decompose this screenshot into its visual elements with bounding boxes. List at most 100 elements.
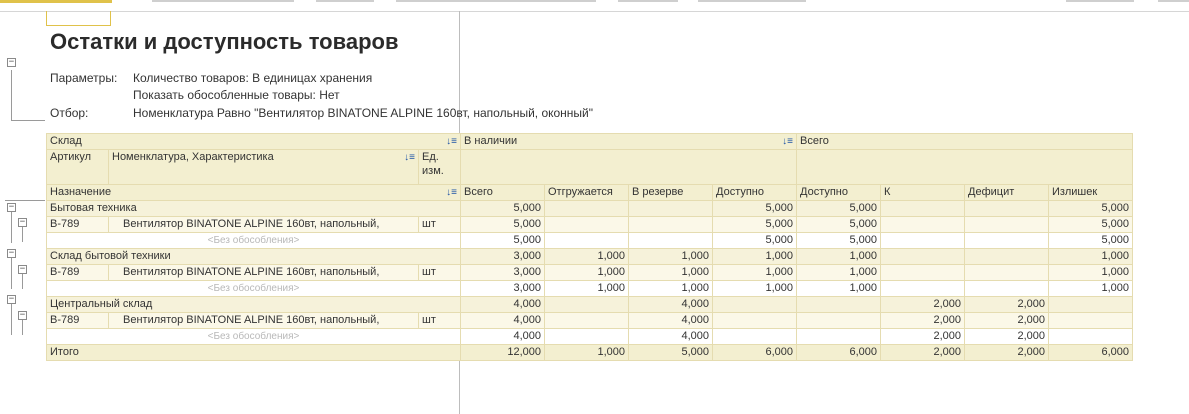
header-col-surplus[interactable]: Излишек xyxy=(1048,184,1133,201)
value-cell[interactable] xyxy=(628,216,713,233)
collapse-toggle-icon[interactable]: − xyxy=(18,218,27,227)
sort-icon[interactable]: ↓≡ xyxy=(446,186,457,200)
value-cell[interactable]: 4,000 xyxy=(628,312,713,329)
value-cell[interactable] xyxy=(880,200,965,217)
value-cell[interactable]: 1,000 xyxy=(796,280,881,297)
sort-icon[interactable]: ↓≡ xyxy=(404,151,415,166)
toolbar-tab[interactable] xyxy=(152,0,294,2)
value-cell[interactable] xyxy=(964,200,1049,217)
toolbar-tab[interactable] xyxy=(396,0,596,2)
warehouse-row[interactable]: Центральный склад 4,000 4,000 2,000 2,000 xyxy=(46,296,1133,313)
value-cell[interactable]: 1,000 xyxy=(628,280,713,297)
value-cell[interactable]: 5,000 xyxy=(460,216,545,233)
header-in-stock[interactable]: В наличии ↓≡ xyxy=(460,133,797,150)
header-col-total[interactable]: Всего xyxy=(460,184,545,201)
collapse-toggle-icon[interactable]: − xyxy=(18,265,27,274)
value-cell[interactable]: 5,000 xyxy=(1048,232,1133,249)
toolbar-tab-active[interactable] xyxy=(0,0,112,3)
value-cell[interactable] xyxy=(1048,296,1133,313)
value-cell[interactable] xyxy=(964,264,1049,281)
value-cell[interactable]: 3,000 xyxy=(460,264,545,281)
article-cell[interactable]: B-789 xyxy=(46,216,109,233)
selected-cell[interactable] xyxy=(46,11,111,26)
product-row[interactable]: B-789 Вентилятор BINATONE ALPINE 160вт, н… xyxy=(46,312,1133,329)
value-cell[interactable]: 2,000 xyxy=(880,328,965,345)
value-cell[interactable]: 1,000 xyxy=(628,264,713,281)
value-cell[interactable] xyxy=(544,312,629,329)
header-col-reserve[interactable]: В резерве xyxy=(628,184,713,201)
value-cell[interactable]: 1,000 xyxy=(1048,248,1133,265)
collapse-toggle-icon[interactable]: − xyxy=(18,311,27,320)
value-cell[interactable]: 4,000 xyxy=(628,296,713,313)
value-cell[interactable]: 4,000 xyxy=(628,328,713,345)
warehouse-row[interactable]: Бытовая техника 5,000 5,000 5,000 5,000 xyxy=(46,200,1133,217)
header-article[interactable]: Артикул xyxy=(46,149,109,185)
unit-cell[interactable]: шт xyxy=(418,216,461,233)
value-cell[interactable]: 1,000 xyxy=(712,264,797,281)
header-unit[interactable]: Ед. изм. xyxy=(418,149,461,185)
value-cell[interactable]: 5,000 xyxy=(796,216,881,233)
value-cell[interactable] xyxy=(964,232,1049,249)
toolbar-tab[interactable] xyxy=(698,0,806,2)
value-cell[interactable] xyxy=(544,216,629,233)
value-cell[interactable] xyxy=(712,296,797,313)
header-col-available[interactable]: Доступно xyxy=(712,184,797,201)
total-value[interactable]: 5,000 xyxy=(628,344,713,361)
value-cell[interactable]: 3,000 xyxy=(460,280,545,297)
collapse-toggle-icon[interactable]: − xyxy=(7,203,16,212)
value-cell[interactable] xyxy=(964,248,1049,265)
total-value[interactable]: 2,000 xyxy=(964,344,1049,361)
toolbar-tab[interactable] xyxy=(1066,0,1134,2)
header-purpose[interactable]: Назначение ↓≡ xyxy=(46,184,461,201)
value-cell[interactable] xyxy=(1048,328,1133,345)
collapse-toggle-icon[interactable]: − xyxy=(7,249,16,258)
unit-cell[interactable]: шт xyxy=(418,264,461,281)
value-cell[interactable]: 5,000 xyxy=(1048,200,1133,217)
article-cell[interactable]: B-789 xyxy=(46,312,109,329)
value-cell[interactable]: 5,000 xyxy=(796,200,881,217)
value-cell[interactable] xyxy=(628,200,713,217)
value-cell[interactable] xyxy=(880,232,965,249)
value-cell[interactable]: 2,000 xyxy=(880,312,965,329)
nomenclature-cell[interactable]: Вентилятор BINATONE ALPINE 160вт, наполь… xyxy=(108,216,419,233)
value-cell[interactable]: 1,000 xyxy=(628,248,713,265)
value-cell[interactable]: 2,000 xyxy=(964,328,1049,345)
total-value[interactable]: 6,000 xyxy=(1048,344,1133,361)
value-cell[interactable] xyxy=(544,328,629,345)
value-cell[interactable]: 1,000 xyxy=(712,248,797,265)
toolbar-tab[interactable] xyxy=(316,0,374,2)
unit-cell[interactable]: шт xyxy=(418,312,461,329)
value-cell[interactable] xyxy=(544,200,629,217)
value-cell[interactable]: 1,000 xyxy=(544,280,629,297)
value-cell[interactable]: 4,000 xyxy=(460,328,545,345)
separation-row[interactable]: <Без обособления> 3,000 1,000 1,000 1,000 1,0… xyxy=(46,280,1133,297)
product-row[interactable]: B-789 Вентилятор BINATONE ALPINE 160вт, н… xyxy=(46,264,1133,281)
value-cell[interactable] xyxy=(880,248,965,265)
value-cell[interactable]: 2,000 xyxy=(880,296,965,313)
value-cell[interactable] xyxy=(544,296,629,313)
value-cell[interactable] xyxy=(628,232,713,249)
value-cell[interactable]: 1,000 xyxy=(544,264,629,281)
value-cell[interactable] xyxy=(964,216,1049,233)
warehouse-name[interactable]: Бытовая техника xyxy=(46,200,461,217)
value-cell[interactable] xyxy=(796,312,881,329)
product-row[interactable]: B-789 Вентилятор BINATONE ALPINE 160вт, н… xyxy=(46,216,1133,233)
toolbar-tab[interactable] xyxy=(1158,0,1189,2)
separation-row[interactable]: <Без обособления> 5,000 5,000 5,000 5,000 xyxy=(46,232,1133,249)
value-cell[interactable]: 1,000 xyxy=(712,280,797,297)
header-nomenclature[interactable]: Номенклатура, Характеристика ↓≡ xyxy=(108,149,419,185)
value-cell[interactable]: 5,000 xyxy=(712,216,797,233)
header-col-shipping[interactable]: Отгружается xyxy=(544,184,629,201)
value-cell[interactable]: 3,000 xyxy=(460,248,545,265)
value-cell[interactable] xyxy=(544,232,629,249)
value-cell[interactable]: 2,000 xyxy=(964,296,1049,313)
warehouse-name[interactable]: Склад бытовой техники xyxy=(46,248,461,265)
nomenclature-cell[interactable]: Вентилятор BINATONE ALPINE 160вт, наполь… xyxy=(108,312,419,329)
value-cell[interactable]: 5,000 xyxy=(712,200,797,217)
value-cell[interactable] xyxy=(796,296,881,313)
total-value[interactable]: 6,000 xyxy=(796,344,881,361)
value-cell[interactable] xyxy=(712,312,797,329)
value-cell[interactable]: 2,000 xyxy=(964,312,1049,329)
value-cell[interactable] xyxy=(796,328,881,345)
header-col-deficit[interactable]: Дефицит xyxy=(964,184,1049,201)
